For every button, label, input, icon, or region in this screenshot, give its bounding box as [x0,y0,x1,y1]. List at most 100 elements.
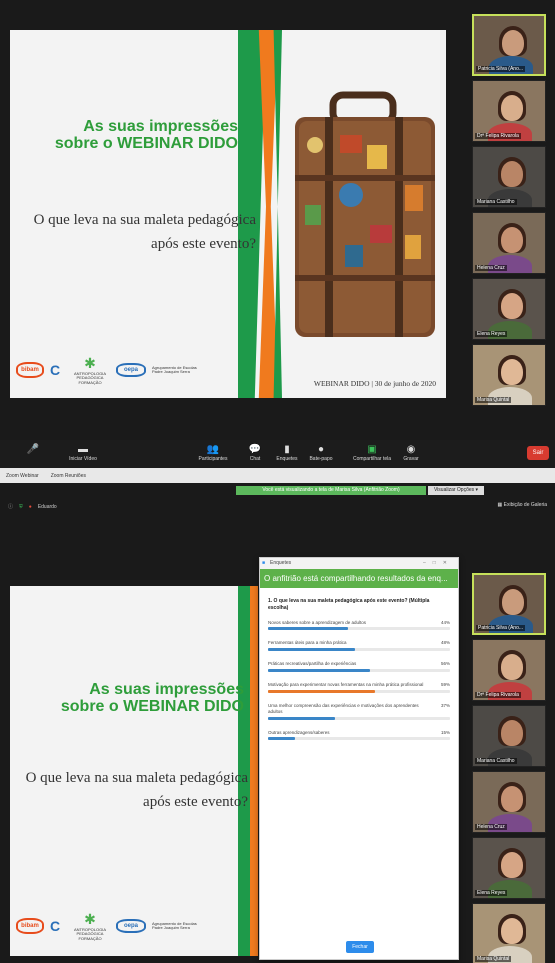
zoom-window-bottom: Você está visualizando a tela de Marisa … [0,483,555,963]
participant-face [501,720,523,746]
chat-bubble-icon: ● [317,444,325,455]
participant-name: Patricia Silva (Ano... [476,625,526,631]
participant-face [502,589,524,615]
participant-face [501,293,523,319]
participant-tile[interactable]: Helena Cruz [472,212,546,274]
toolbar-polls[interactable]: ▮ Enquetes [272,444,302,462]
logo-antropologia: ✱ ANTROPOLOGIA PEDAGÓGICA FORMAÇÃO [73,354,106,386]
poll-option-label: Uma melhor compreensão das experiências … [268,702,419,714]
participant-tile[interactable]: Elena Reyes [472,837,546,899]
poll-option-percent: 56% [440,661,450,667]
poll-option-percent: 44% [440,619,450,625]
user-name: Eduardo [37,503,57,510]
poll-option: Ferramentas úteis para a minha prática 48… [260,640,458,652]
participant-tile[interactable]: Patricia Silva (Ano... [472,573,546,635]
chat-icon: 💬 [248,444,262,455]
participant-face [501,161,523,187]
share-label: Compartilhar tela [352,456,392,462]
shield-icon[interactable]: ⛨ [19,504,23,510]
participant-tile[interactable]: Marisa Quintal [472,903,546,963]
participant-tile[interactable]: Helena Cruz [472,771,546,833]
toolbar-video[interactable]: ▬ Iniciar Vídeo [68,444,98,462]
participant-name: Mariana Castilho [475,758,517,764]
poll-option-bar [268,716,336,720]
poll-option-track [268,689,450,693]
poll-option-percent: 15% [440,729,450,735]
participant-tile[interactable]: Drª Felipa Rivarola [472,80,546,142]
toolbar-share[interactable]: ▣ Compartilhar tela [352,444,392,462]
poll-option-track [268,669,450,673]
logo-bibam-b: bibam [16,918,44,935]
slide-footer: WEBINAR DIDO | 30 de junho de 2020 [313,379,436,388]
slide-title-line2: sobre o WEBINAR DIDO [54,135,238,153]
record-label: Gravar [403,456,419,462]
poll-option: Novos saberes sobre a aprendizagem de ad… [260,620,458,631]
participant-face [501,359,523,385]
toolbar-mic[interactable]: 🎤 [18,444,48,456]
participant-name: Elena Reyes [475,890,508,896]
toolbar-chat[interactable]: 💬 Chat [240,444,270,462]
participant-name: Mariana Castilho [475,199,517,205]
participant-name: Elena Reyes [475,331,508,337]
viewing-screen-banner: Você está visualizando a tela de Marisa … [236,486,426,495]
logo-c-b: C [50,918,61,935]
participant-tile[interactable]: Mariana Castilho [472,705,546,767]
tab-zoom-webinar[interactable]: Zoom Webinar [0,473,45,479]
toolbar-reactions[interactable]: ● Bate-papo [306,444,336,462]
info-icon[interactable]: ⓘ [8,503,13,510]
poll-header: O anfitrião está compartilhando resultad… [260,569,458,588]
participant-tile[interactable]: Marisa Quintal [472,344,546,406]
participant-tile[interactable]: Drª Felipa Rivarola [472,639,546,701]
close-button[interactable]: Fechar [346,941,374,953]
participant-name: Helena Cruz [475,265,507,271]
poll-option-label: Ferramentas úteis para a minha prática [268,640,347,646]
shared-slide-top: As suas impressões sobre o WEBINAR DIDO … [10,30,446,398]
suitcase-image [295,91,435,337]
slide-question-line2: após este evento? [151,236,256,252]
logo-antropologia-b: ✱ ANTROPOLOGIA PEDAGÓGICA FORMAÇÃO [73,910,106,942]
participant-face [501,654,523,680]
slide-question-line1: O que leva na sua maleta pedagógica [33,212,256,228]
zoom-icon: ■ [262,560,266,566]
poll-option-track [268,716,450,720]
window-controls[interactable]: –□✕ [423,558,454,569]
video-icon: ▬ [78,444,88,455]
recording-icon: ● [28,503,32,510]
poll-option-percent: 37% [440,702,450,708]
poll-option-percent: 48% [440,640,450,646]
slide-title-line2-b: sobre o WEBINAR DIDO [60,698,244,716]
poll-options: Novos saberes sobre a aprendizagem de ad… [260,620,458,741]
poll-question: 1. O que leva na sua maleta pedagógica a… [268,598,430,611]
participant-name: Patricia Silva (Ano... [476,66,526,72]
participant-name: Drª Felipa Rivarola [475,133,521,139]
poll-option-label: Motivação para experimentar novas ferram… [268,682,424,688]
shared-slide-bottom: As suas impressões sobre o WEBINAR DIDO … [10,586,258,956]
participant-gallery-top: Patricia Silva (Ano... Drª Felipa Rivarol… [472,14,546,406]
poll-option: Uma melhor compreensão das experiências … [260,703,458,720]
gallery-view-button[interactable]: ▦ Exibição de Galeria [498,502,547,508]
participant-tile[interactable]: Mariana Castilho [472,146,546,208]
poll-results-window: ■ Enquetes –□✕ O anfitrião está comparti… [259,557,459,960]
polls-icon: ▮ [284,444,290,455]
poll-option: Outras aprendizagens/saberes 15% [260,730,458,741]
participant-name: Drª Felipa Rivarola [475,692,521,698]
slide-question: O que leva na sua maleta pedagógica após… [16,208,256,256]
slide-title-line1-b: As suas impressões [89,681,244,698]
participant-name: Helena Cruz [475,824,507,830]
poll-option: Motivação para experimentar novas ferram… [260,682,458,693]
poll-option-track [268,648,450,652]
toolbar-participants[interactable]: 👥 Participantes [198,444,228,462]
participant-tile[interactable]: Patricia Silva (Ano... [472,14,546,76]
chat-label: Chat [249,456,261,462]
participant-face [501,786,523,812]
toolbar-record[interactable]: ◉ Gravar [396,444,426,462]
participant-tile[interactable]: Elena Reyes [472,278,546,340]
tab-zoom-meetings[interactable]: Zoom Reuniões [45,473,92,479]
slide-logos: bibam C ✱ ANTROPOLOGIA PEDAGÓGICA FORMAÇ… [16,355,207,386]
logo-oepa-caption-b: Agrupamento de Escolas Padre Joaquim Ser… [152,920,197,931]
end-button[interactable]: Sair [527,446,549,460]
logo-oepa-b: oepa [116,919,146,934]
view-options-button[interactable]: Visualizar Opções ▾ [428,486,484,495]
participants-label: Participantes [198,456,228,462]
participant-name: Marisa Quintal [475,397,512,403]
